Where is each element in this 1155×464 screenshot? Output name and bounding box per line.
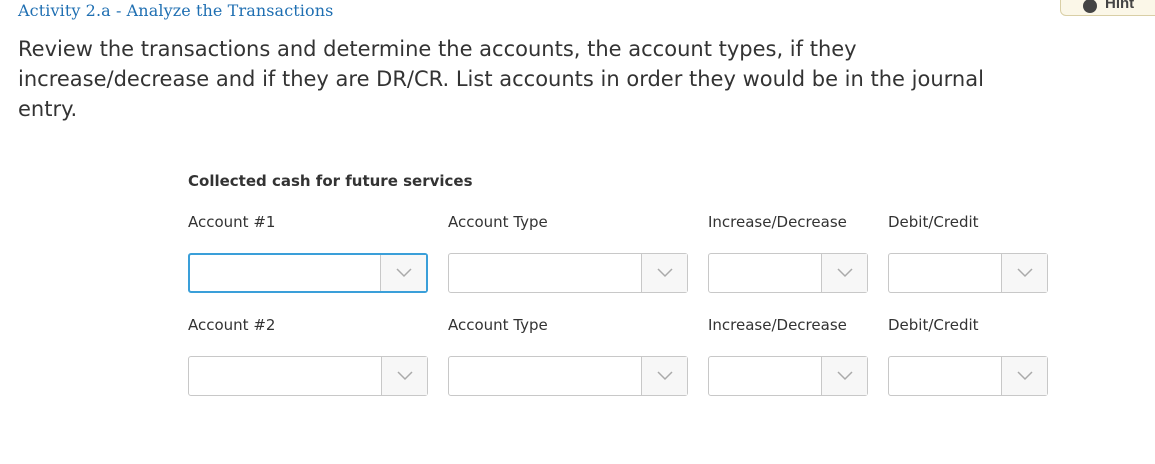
account-type-2-select[interactable] xyxy=(448,356,688,396)
debit-credit-1-label: Debit/Credit xyxy=(888,213,979,231)
debit-credit-2-label: Debit/Credit xyxy=(888,316,979,334)
account-type-1-select[interactable] xyxy=(448,253,688,293)
account-type-2-label: Account Type xyxy=(448,316,548,334)
account-type-1-label: Account Type xyxy=(448,213,548,231)
chevron-down-icon[interactable] xyxy=(381,357,427,395)
hint-label: Hint xyxy=(1105,0,1135,12)
chevron-down-icon[interactable] xyxy=(1001,357,1047,395)
info-icon xyxy=(1083,0,1097,13)
activity-title: Activity 2.a - Analyze the Transactions xyxy=(18,1,334,20)
chevron-down-icon[interactable] xyxy=(641,357,687,395)
increase-decrease-2-label: Increase/Decrease xyxy=(708,316,847,334)
chevron-down-icon[interactable] xyxy=(641,254,687,292)
instructions-text: Review the transactions and determine th… xyxy=(18,37,984,121)
increase-decrease-2-select[interactable] xyxy=(708,356,868,396)
chevron-down-icon[interactable] xyxy=(821,254,867,292)
chevron-down-icon[interactable] xyxy=(821,357,867,395)
debit-credit-2-select[interactable] xyxy=(888,356,1048,396)
chevron-down-icon[interactable] xyxy=(380,255,426,291)
account-1-label: Account #1 xyxy=(188,213,276,231)
debit-credit-1-select[interactable] xyxy=(888,253,1048,293)
transaction-label: Collected cash for future services xyxy=(188,172,473,190)
increase-decrease-1-select[interactable] xyxy=(708,253,868,293)
chevron-down-icon[interactable] xyxy=(1001,254,1047,292)
increase-decrease-1-label: Increase/Decrease xyxy=(708,213,847,231)
account-1-select[interactable] xyxy=(188,253,428,293)
account-2-label: Account #2 xyxy=(188,316,276,334)
hint-button[interactable]: Hint xyxy=(1060,0,1155,16)
account-2-select[interactable] xyxy=(188,356,428,396)
